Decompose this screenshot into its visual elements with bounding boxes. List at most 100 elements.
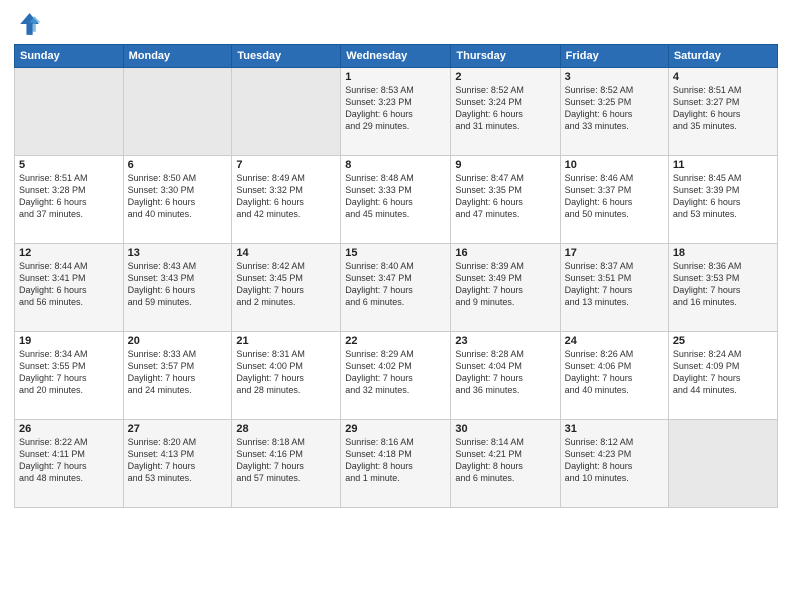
day-number: 5 — [19, 159, 119, 171]
logo — [14, 10, 46, 38]
day-number: 23 — [455, 335, 555, 347]
day-number: 7 — [236, 159, 336, 171]
day-cell: 4Sunrise: 8:51 AM Sunset: 3:27 PM Daylig… — [668, 68, 777, 156]
day-info: Sunrise: 8:29 AM Sunset: 4:02 PM Dayligh… — [345, 348, 446, 397]
weekday-header-wednesday: Wednesday — [341, 45, 451, 68]
day-cell: 30Sunrise: 8:14 AM Sunset: 4:21 PM Dayli… — [451, 420, 560, 508]
day-cell: 14Sunrise: 8:42 AM Sunset: 3:45 PM Dayli… — [232, 244, 341, 332]
day-cell: 26Sunrise: 8:22 AM Sunset: 4:11 PM Dayli… — [15, 420, 124, 508]
day-number: 28 — [236, 423, 336, 435]
weekday-header-thursday: Thursday — [451, 45, 560, 68]
day-info: Sunrise: 8:28 AM Sunset: 4:04 PM Dayligh… — [455, 348, 555, 397]
day-info: Sunrise: 8:24 AM Sunset: 4:09 PM Dayligh… — [673, 348, 773, 397]
day-number: 8 — [345, 159, 446, 171]
week-row-1: 1Sunrise: 8:53 AM Sunset: 3:23 PM Daylig… — [15, 68, 778, 156]
day-number: 31 — [565, 423, 664, 435]
day-cell: 20Sunrise: 8:33 AM Sunset: 3:57 PM Dayli… — [123, 332, 232, 420]
day-info: Sunrise: 8:22 AM Sunset: 4:11 PM Dayligh… — [19, 436, 119, 485]
week-row-3: 12Sunrise: 8:44 AM Sunset: 3:41 PM Dayli… — [15, 244, 778, 332]
day-number: 9 — [455, 159, 555, 171]
day-cell: 11Sunrise: 8:45 AM Sunset: 3:39 PM Dayli… — [668, 156, 777, 244]
day-info: Sunrise: 8:36 AM Sunset: 3:53 PM Dayligh… — [673, 260, 773, 309]
day-number: 10 — [565, 159, 664, 171]
day-info: Sunrise: 8:37 AM Sunset: 3:51 PM Dayligh… — [565, 260, 664, 309]
weekday-header-tuesday: Tuesday — [232, 45, 341, 68]
day-cell: 15Sunrise: 8:40 AM Sunset: 3:47 PM Dayli… — [341, 244, 451, 332]
day-number: 24 — [565, 335, 664, 347]
day-info: Sunrise: 8:40 AM Sunset: 3:47 PM Dayligh… — [345, 260, 446, 309]
day-number: 12 — [19, 247, 119, 259]
calendar-table: SundayMondayTuesdayWednesdayThursdayFrid… — [14, 44, 778, 508]
day-info: Sunrise: 8:53 AM Sunset: 3:23 PM Dayligh… — [345, 84, 446, 133]
day-cell: 23Sunrise: 8:28 AM Sunset: 4:04 PM Dayli… — [451, 332, 560, 420]
day-cell: 31Sunrise: 8:12 AM Sunset: 4:23 PM Dayli… — [560, 420, 668, 508]
day-cell — [123, 68, 232, 156]
day-info: Sunrise: 8:51 AM Sunset: 3:28 PM Dayligh… — [19, 172, 119, 221]
day-number: 20 — [128, 335, 228, 347]
day-cell: 5Sunrise: 8:51 AM Sunset: 3:28 PM Daylig… — [15, 156, 124, 244]
day-number: 29 — [345, 423, 446, 435]
day-info: Sunrise: 8:44 AM Sunset: 3:41 PM Dayligh… — [19, 260, 119, 309]
day-number: 16 — [455, 247, 555, 259]
day-info: Sunrise: 8:52 AM Sunset: 3:24 PM Dayligh… — [455, 84, 555, 133]
day-cell — [15, 68, 124, 156]
day-info: Sunrise: 8:50 AM Sunset: 3:30 PM Dayligh… — [128, 172, 228, 221]
page: SundayMondayTuesdayWednesdayThursdayFrid… — [0, 0, 792, 612]
weekday-header-saturday: Saturday — [668, 45, 777, 68]
weekday-row: SundayMondayTuesdayWednesdayThursdayFrid… — [15, 45, 778, 68]
day-info: Sunrise: 8:49 AM Sunset: 3:32 PM Dayligh… — [236, 172, 336, 221]
day-cell: 29Sunrise: 8:16 AM Sunset: 4:18 PM Dayli… — [341, 420, 451, 508]
day-cell: 10Sunrise: 8:46 AM Sunset: 3:37 PM Dayli… — [560, 156, 668, 244]
day-info: Sunrise: 8:42 AM Sunset: 3:45 PM Dayligh… — [236, 260, 336, 309]
day-cell: 16Sunrise: 8:39 AM Sunset: 3:49 PM Dayli… — [451, 244, 560, 332]
day-cell: 27Sunrise: 8:20 AM Sunset: 4:13 PM Dayli… — [123, 420, 232, 508]
day-cell — [232, 68, 341, 156]
day-cell: 3Sunrise: 8:52 AM Sunset: 3:25 PM Daylig… — [560, 68, 668, 156]
day-cell: 2Sunrise: 8:52 AM Sunset: 3:24 PM Daylig… — [451, 68, 560, 156]
day-number: 3 — [565, 71, 664, 83]
day-info: Sunrise: 8:39 AM Sunset: 3:49 PM Dayligh… — [455, 260, 555, 309]
day-info: Sunrise: 8:31 AM Sunset: 4:00 PM Dayligh… — [236, 348, 336, 397]
day-info: Sunrise: 8:33 AM Sunset: 3:57 PM Dayligh… — [128, 348, 228, 397]
day-number: 17 — [565, 247, 664, 259]
day-info: Sunrise: 8:16 AM Sunset: 4:18 PM Dayligh… — [345, 436, 446, 485]
day-number: 4 — [673, 71, 773, 83]
day-info: Sunrise: 8:34 AM Sunset: 3:55 PM Dayligh… — [19, 348, 119, 397]
day-cell: 28Sunrise: 8:18 AM Sunset: 4:16 PM Dayli… — [232, 420, 341, 508]
day-number: 13 — [128, 247, 228, 259]
week-row-5: 26Sunrise: 8:22 AM Sunset: 4:11 PM Dayli… — [15, 420, 778, 508]
day-info: Sunrise: 8:47 AM Sunset: 3:35 PM Dayligh… — [455, 172, 555, 221]
day-number: 6 — [128, 159, 228, 171]
logo-icon — [14, 10, 42, 38]
day-info: Sunrise: 8:46 AM Sunset: 3:37 PM Dayligh… — [565, 172, 664, 221]
day-cell: 1Sunrise: 8:53 AM Sunset: 3:23 PM Daylig… — [341, 68, 451, 156]
day-cell: 8Sunrise: 8:48 AM Sunset: 3:33 PM Daylig… — [341, 156, 451, 244]
day-cell: 12Sunrise: 8:44 AM Sunset: 3:41 PM Dayli… — [15, 244, 124, 332]
day-info: Sunrise: 8:26 AM Sunset: 4:06 PM Dayligh… — [565, 348, 664, 397]
day-number: 19 — [19, 335, 119, 347]
weekday-header-friday: Friday — [560, 45, 668, 68]
day-cell: 17Sunrise: 8:37 AM Sunset: 3:51 PM Dayli… — [560, 244, 668, 332]
day-number: 26 — [19, 423, 119, 435]
day-cell: 6Sunrise: 8:50 AM Sunset: 3:30 PM Daylig… — [123, 156, 232, 244]
day-info: Sunrise: 8:48 AM Sunset: 3:33 PM Dayligh… — [345, 172, 446, 221]
header — [14, 10, 778, 38]
day-number: 30 — [455, 423, 555, 435]
day-info: Sunrise: 8:12 AM Sunset: 4:23 PM Dayligh… — [565, 436, 664, 485]
day-number: 14 — [236, 247, 336, 259]
day-number: 18 — [673, 247, 773, 259]
day-info: Sunrise: 8:43 AM Sunset: 3:43 PM Dayligh… — [128, 260, 228, 309]
day-number: 1 — [345, 71, 446, 83]
day-cell: 24Sunrise: 8:26 AM Sunset: 4:06 PM Dayli… — [560, 332, 668, 420]
weekday-header-monday: Monday — [123, 45, 232, 68]
day-info: Sunrise: 8:18 AM Sunset: 4:16 PM Dayligh… — [236, 436, 336, 485]
day-number: 27 — [128, 423, 228, 435]
day-info: Sunrise: 8:14 AM Sunset: 4:21 PM Dayligh… — [455, 436, 555, 485]
day-cell: 19Sunrise: 8:34 AM Sunset: 3:55 PM Dayli… — [15, 332, 124, 420]
calendar-header: SundayMondayTuesdayWednesdayThursdayFrid… — [15, 45, 778, 68]
calendar-body: 1Sunrise: 8:53 AM Sunset: 3:23 PM Daylig… — [15, 68, 778, 508]
week-row-4: 19Sunrise: 8:34 AM Sunset: 3:55 PM Dayli… — [15, 332, 778, 420]
day-number: 15 — [345, 247, 446, 259]
day-info: Sunrise: 8:20 AM Sunset: 4:13 PM Dayligh… — [128, 436, 228, 485]
day-cell: 18Sunrise: 8:36 AM Sunset: 3:53 PM Dayli… — [668, 244, 777, 332]
